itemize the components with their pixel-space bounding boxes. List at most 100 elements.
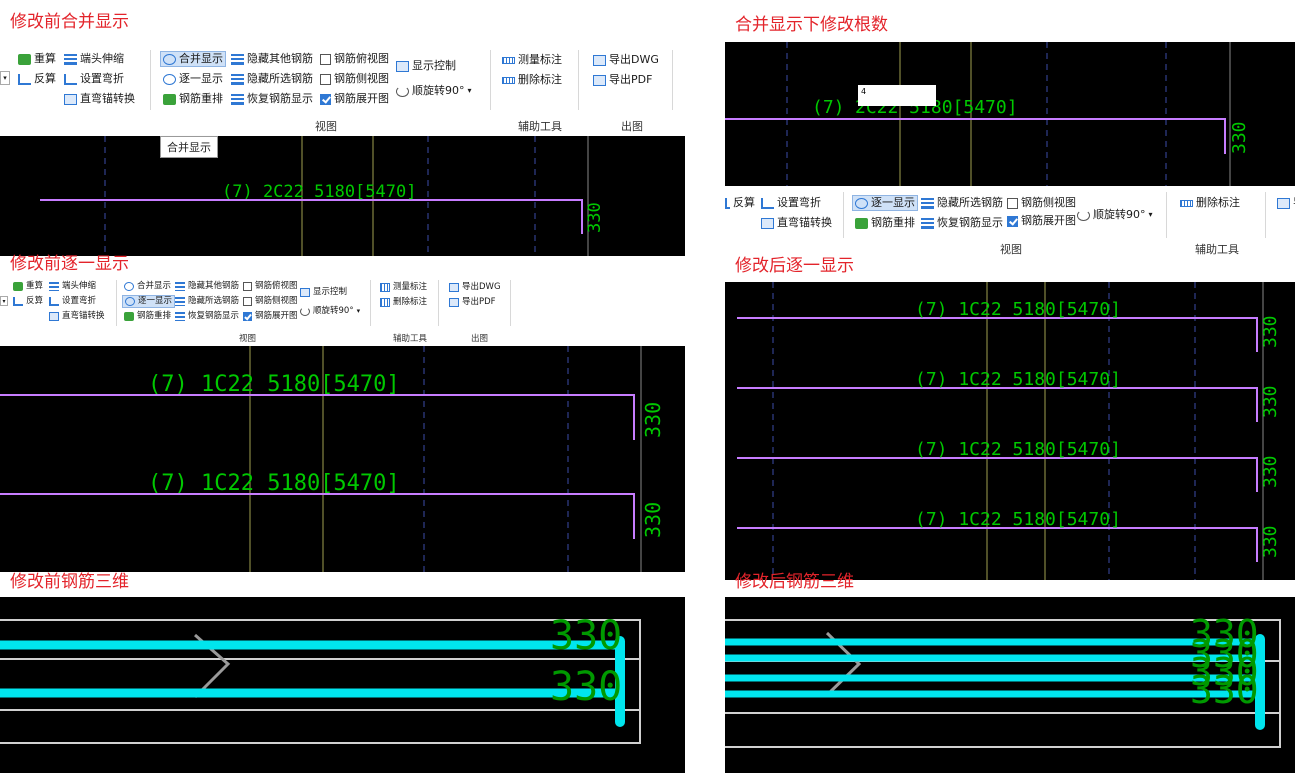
delete-annotation-button[interactable]: 删除标注 xyxy=(1180,196,1240,210)
delete-annotation-label: 删除标注 xyxy=(1196,196,1240,209)
set-bend-button[interactable]: 设置弯折 xyxy=(64,72,124,86)
recalc-button[interactable]: 重算 xyxy=(18,52,56,66)
merge-display-button[interactable]: 合并显示 xyxy=(124,281,171,292)
each-after-canvas[interactable]: (7) 1C22 5180[5470] 330 (7) 1C22 5180[54… xyxy=(725,282,1295,580)
merge-display-button[interactable]: 合并显示 xyxy=(160,51,226,67)
delete-annotation-label: 删除标注 xyxy=(518,73,562,86)
rebar-3d-drawing: 330 330 xyxy=(0,613,641,744)
merge-before-canvas[interactable]: (7) 2C22 5180[5470] 330 xyxy=(0,136,685,256)
each-icon xyxy=(125,297,135,306)
export-dwg-button[interactable]: 导出DWG xyxy=(449,282,501,293)
rebar-top-view-checkbox[interactable]: 钢筋俯视图 xyxy=(320,52,389,66)
straight-bent-convert-button[interactable]: 直弯锚转换 xyxy=(761,216,832,230)
rebar-line[interactable] xyxy=(0,493,635,539)
rebar-unfold-view-checkbox[interactable]: 钢筋展开图 xyxy=(1007,214,1076,228)
restore-rebar-display-button[interactable]: 恢复钢筋显示 xyxy=(231,92,313,106)
checkbox-checked[interactable] xyxy=(320,93,331,105)
delete-annotation-button[interactable]: 删除标注 xyxy=(502,73,562,87)
rebar-unfold-view-checkbox[interactable]: 钢筋展开图 xyxy=(320,92,389,106)
rotate-90-button[interactable]: 顺旋转90° ▾ xyxy=(300,306,360,317)
rebar3d-before-canvas[interactable]: 330 330 xyxy=(0,597,685,773)
hide-selected-rebar-button[interactable]: 隐藏所选钢筋 xyxy=(175,296,239,307)
rotate-90-button[interactable]: 顺旋转90° ▾ xyxy=(396,84,472,98)
frame-line xyxy=(0,619,641,744)
hide-other-rebar-button[interactable]: 隐藏其他钢筋 xyxy=(175,281,239,292)
checkbox-checked[interactable] xyxy=(1007,215,1018,227)
ribbon-partial: 反算 设置弯折 直弯锚转换 逐一显示 钢筋重排 隐藏所选钢筋 恢复钢筋显示 钢筋… xyxy=(725,188,1295,256)
rebar-line[interactable] xyxy=(737,457,1258,492)
each-before-canvas[interactable]: (7) 1C22 5180[5470] 330 (7) 1C22 5180[54… xyxy=(0,346,685,572)
restore-rebar-display-button[interactable]: 恢复钢筋显示 xyxy=(921,216,1003,230)
checkbox-unchecked[interactable] xyxy=(320,73,331,85)
straight-bent-convert-button[interactable]: 直弯锚转换 xyxy=(49,311,105,322)
rotate-label: 顺旋转90° xyxy=(1093,208,1146,221)
checkbox-unchecked[interactable] xyxy=(320,53,331,65)
set-bend-icon xyxy=(49,297,59,306)
rebar-line[interactable] xyxy=(737,317,1258,352)
export-dwg-button[interactable]: 导出DWG xyxy=(593,53,659,67)
restore-rebar-display-button[interactable]: 恢复钢筋显示 xyxy=(175,311,239,322)
flip-button[interactable]: 反算 xyxy=(13,296,43,307)
checkbox-unchecked[interactable] xyxy=(243,297,252,306)
rotate-icon xyxy=(300,307,310,316)
rebar-reorder-label: 钢筋重排 xyxy=(871,216,915,229)
rebar-3d-drawing: 330 330 330 330 xyxy=(725,612,1281,748)
rebar-reorder-button[interactable]: 钢筋重排 xyxy=(124,311,171,322)
each-display-button[interactable]: 逐一显示 xyxy=(163,72,223,86)
rebar-line[interactable] xyxy=(737,527,1258,562)
display-control-button[interactable]: 显示控制 xyxy=(396,59,456,73)
rebar-line[interactable] xyxy=(725,118,1226,154)
divider xyxy=(672,50,673,110)
delete-annotation-button[interactable]: 删除标注 xyxy=(380,297,427,308)
rebar-line[interactable] xyxy=(40,199,583,234)
hide-selected-icon xyxy=(231,73,244,85)
rotate-90-button[interactable]: 顺旋转90° ▾ xyxy=(1077,208,1153,222)
convert-icon xyxy=(761,217,774,229)
set-bend-button[interactable]: 设置弯折 xyxy=(761,196,821,210)
flip-button[interactable]: 反算 xyxy=(725,196,755,210)
recalc-button[interactable]: 重算 xyxy=(13,281,43,292)
flip-dropdown-arrow[interactable]: ▾ xyxy=(0,296,8,306)
checkbox-unchecked[interactable] xyxy=(1007,197,1018,209)
rebar3d-after-canvas[interactable]: 330 330 330 330 xyxy=(725,597,1295,773)
end-extend-button[interactable]: 端头伸缩 xyxy=(49,281,96,292)
end-extend-button[interactable]: 端头伸缩 xyxy=(64,52,124,66)
unfold-view-label: 钢筋展开图 xyxy=(1021,214,1076,227)
rebar-reorder-button[interactable]: 钢筋重排 xyxy=(163,92,223,106)
export-pdf-button[interactable]: 导出PDF xyxy=(593,73,652,87)
rebar-top-view-checkbox[interactable]: 钢筋俯视图 xyxy=(243,281,298,292)
rebar-unfold-view-checkbox[interactable]: 钢筋展开图 xyxy=(243,311,298,322)
export-partial-button[interactable]: 导 xyxy=(1277,196,1295,210)
rebar-line[interactable] xyxy=(737,387,1258,422)
hide-selected-rebar-button[interactable]: 隐藏所选钢筋 xyxy=(921,196,1003,210)
hide-selected-rebar-button[interactable]: 隐藏所选钢筋 xyxy=(231,72,313,86)
rebar-side-view-checkbox[interactable]: 钢筋侧视图 xyxy=(243,296,298,307)
measure-annotation-button[interactable]: 测量标注 xyxy=(380,282,427,293)
rebar-side-view-checkbox[interactable]: 钢筋侧视图 xyxy=(320,72,389,86)
flip-dropdown-arrow[interactable]: ▾ xyxy=(0,71,10,85)
flip-button[interactable]: 反算 xyxy=(18,72,56,86)
heading-each-after: 修改后逐一显示 xyxy=(735,256,854,276)
hook-label: 330 xyxy=(1260,455,1281,488)
rebar-line[interactable] xyxy=(0,394,635,440)
rebar-count-input[interactable]: 4 xyxy=(858,85,936,106)
each-display-button[interactable]: 逐一显示 xyxy=(852,195,918,211)
hide-other-rebar-button[interactable]: 隐藏其他钢筋 xyxy=(231,52,313,66)
hook-label: 330 xyxy=(550,613,622,659)
checkbox-unchecked[interactable] xyxy=(243,282,252,291)
hide-other-icon xyxy=(175,282,185,291)
export-pdf-button[interactable]: 导出PDF xyxy=(449,297,496,308)
reorder-icon xyxy=(855,217,868,229)
merge-display-label: 合并显示 xyxy=(137,281,172,291)
each-display-button[interactable]: 逐一显示 xyxy=(122,295,176,308)
measure-annotation-button[interactable]: 测量标注 xyxy=(502,53,562,67)
set-bend-button[interactable]: 设置弯折 xyxy=(49,296,96,307)
display-control-button[interactable]: 显示控制 xyxy=(300,287,347,298)
convert-icon xyxy=(49,312,59,321)
straight-bent-convert-button[interactable]: 直弯锚转换 xyxy=(64,92,135,106)
rebar-side-view-checkbox[interactable]: 钢筋侧视图 xyxy=(1007,196,1076,210)
rebar-reorder-button[interactable]: 钢筋重排 xyxy=(855,216,915,230)
checkbox-checked[interactable] xyxy=(243,312,252,321)
merge-modify-canvas[interactable]: (7) 2C22 5180[5470] 330 4 xyxy=(725,42,1295,186)
flip-icon xyxy=(725,197,730,209)
